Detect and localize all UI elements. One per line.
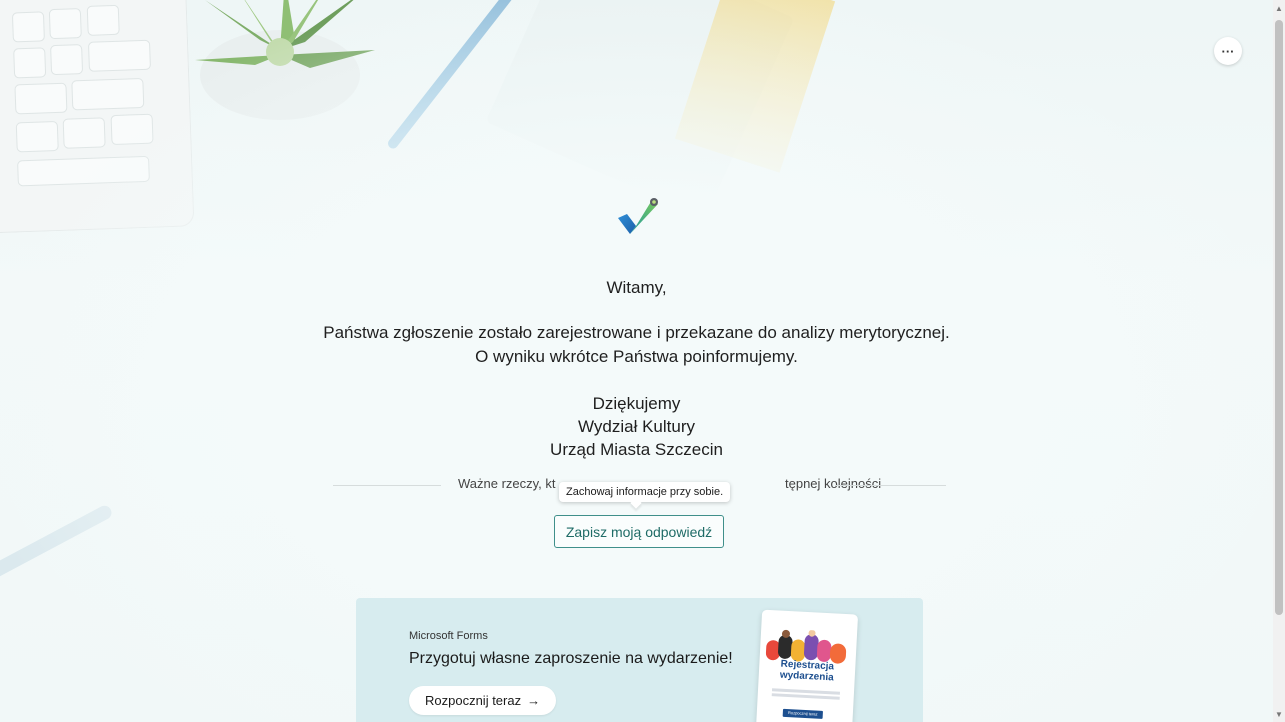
- department-text: Wydział Kultury: [578, 417, 695, 436]
- office-text: Urząd Miasta Szczecin: [550, 440, 723, 459]
- promo-title: Przygotuj własne zaproszenie na wydarzen…: [409, 650, 733, 667]
- greeting-text: Witamy,: [606, 278, 667, 297]
- divider-text-right: tępnej kolejności: [785, 476, 882, 491]
- tooltip: Zachowaj informacje przy sobie.: [559, 482, 731, 502]
- divider-line-left: [333, 485, 441, 486]
- scroll-thumb[interactable]: [1275, 20, 1283, 615]
- event-card-illustration: Rejestracja wydarzenia Rozpocznij teraz: [755, 609, 859, 722]
- arrow-right-icon: →: [527, 693, 541, 708]
- promo-brand: Microsoft Forms: [409, 630, 488, 642]
- result-info-text: O wyniku wkrótce Państwa poinformujemy.: [475, 347, 798, 366]
- start-now-button[interactable]: Rozpocznij teraz →: [409, 686, 557, 715]
- scroll-down-icon[interactable]: ▼: [1275, 710, 1283, 720]
- start-now-label: Rozpocznij teraz: [425, 693, 522, 708]
- scrollbar[interactable]: ▲ ▼: [1273, 0, 1285, 722]
- scroll-up-icon[interactable]: ▲: [1275, 4, 1283, 14]
- divider-text-left: Ważne rzeczy, kt: [458, 476, 556, 491]
- divider-line-right: [836, 485, 946, 486]
- card-button: Rozpocznij teraz: [782, 708, 823, 719]
- checkmark-icon: [618, 198, 658, 234]
- promo-banner: Microsoft Forms Przygotuj własne zaprosz…: [356, 598, 923, 722]
- confirmation-text: Państwa zgłoszenie zostało zarejestrowan…: [323, 323, 950, 342]
- thanks-text: Dziękujemy: [592, 394, 681, 413]
- more-options-button[interactable]: ···: [1214, 37, 1242, 65]
- save-response-button[interactable]: Zapisz moją odpowiedź: [554, 515, 724, 548]
- card-title: Rejestracja wydarzenia: [779, 658, 835, 684]
- more-options-icon: ···: [1221, 43, 1235, 59]
